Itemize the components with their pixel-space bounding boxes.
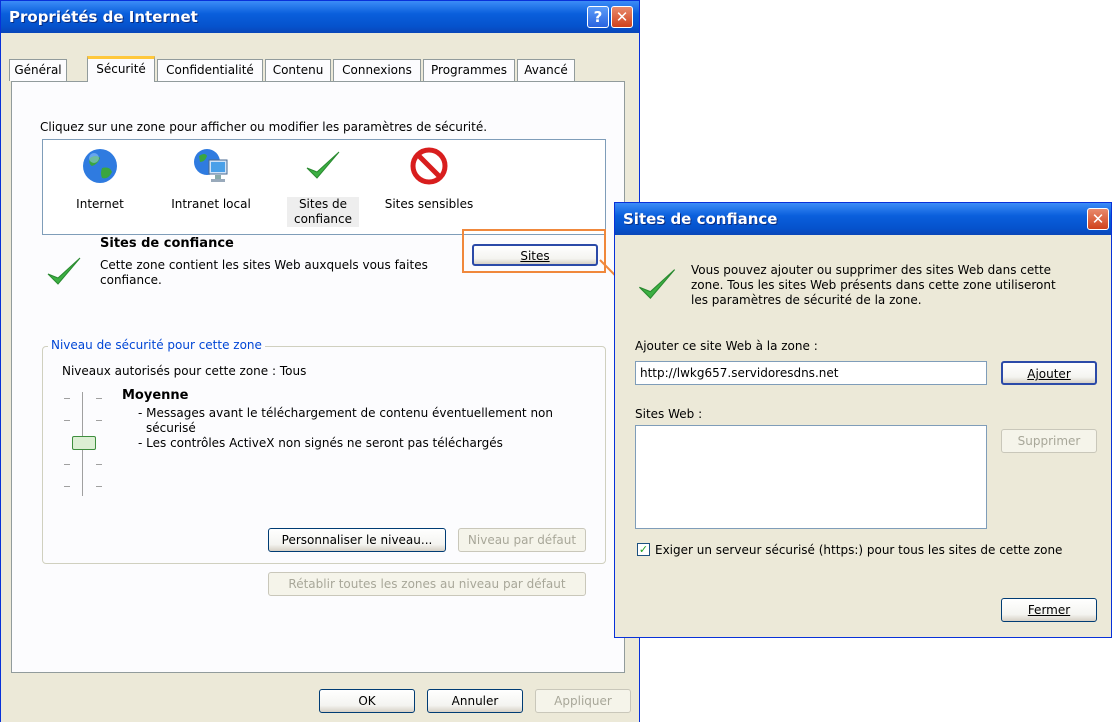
https-checkbox-label: Exiger un serveur sécurisé (https:) pour… bbox=[655, 543, 1063, 557]
security-tab-panel: Cliquez sur une zone pour afficher ou mo… bbox=[11, 81, 625, 673]
zone-intranet-label: Intranet local bbox=[171, 197, 251, 211]
zone-instruction: Cliquez sur une zone pour afficher ou mo… bbox=[40, 120, 488, 134]
tab-privacy[interactable]: Confidentialité bbox=[157, 59, 263, 81]
zone-list: Internet Intranet local Sites de confian… bbox=[42, 139, 606, 235]
tab-advanced[interactable]: Avancé bbox=[517, 59, 575, 81]
websites-list[interactable] bbox=[635, 425, 987, 529]
add-button[interactable]: Ajouter bbox=[1001, 361, 1097, 385]
allowed-levels-text: Niveaux autorisés pour cette zone : Tous bbox=[62, 364, 307, 378]
close-button[interactable]: Fermer bbox=[1001, 598, 1097, 622]
tab-content[interactable]: Contenu bbox=[265, 59, 331, 81]
main-window-title: Propriétés de Internet bbox=[9, 8, 198, 26]
tab-connections[interactable]: Connexions bbox=[333, 59, 421, 81]
internet-properties-window: Propriétés de Internet ? ✕ Général Sécur… bbox=[0, 0, 640, 722]
custom-level-button[interactable]: Personnaliser le niveau... bbox=[268, 528, 446, 552]
websites-label: Sites Web : bbox=[635, 407, 703, 421]
intranet-icon bbox=[194, 149, 228, 182]
main-title-bar[interactable]: Propriétés de Internet bbox=[1, 1, 639, 33]
dialog-close-icon[interactable]: ✕ bbox=[1087, 208, 1109, 230]
selected-zone-description: Cette zone contient les sites Web auxque… bbox=[100, 258, 428, 287]
trusted-sites-dialog: Sites de confiance ✕ Vous pouvez ajouter… bbox=[614, 202, 1112, 638]
globe-icon bbox=[83, 149, 117, 183]
zone-restricted-label: Sites sensibles bbox=[384, 197, 474, 211]
level-description: - Messages avant le téléchargement de co… bbox=[138, 406, 553, 450]
dialog-checkmark-icon bbox=[639, 269, 676, 300]
security-slider[interactable] bbox=[60, 388, 110, 500]
tab-programs[interactable]: Programmes bbox=[423, 59, 515, 81]
help-icon[interactable]: ? bbox=[587, 6, 609, 28]
level-name: Moyenne bbox=[122, 388, 189, 403]
dialog-info-text: Vous pouvez ajouter ou supprimer des sit… bbox=[691, 263, 1056, 307]
default-level-button[interactable]: Niveau par défaut bbox=[458, 528, 586, 552]
dialog-title: Sites de confiance bbox=[623, 210, 778, 228]
zone-intranet[interactable]: Intranet local bbox=[161, 146, 261, 211]
add-site-label: Ajouter ce site Web à la zone : bbox=[635, 339, 818, 353]
dialog-title-bar[interactable]: Sites de confiance bbox=[615, 203, 1111, 235]
https-checkbox[interactable]: ✓ bbox=[637, 543, 650, 556]
zone-trusted-label: Sites de confiance bbox=[287, 197, 359, 227]
tab-security[interactable]: Sécurité bbox=[87, 56, 155, 82]
selected-zone-checkmark-icon bbox=[47, 257, 81, 285]
tab-general[interactable]: Général bbox=[9, 59, 67, 81]
zone-internet[interactable]: Internet bbox=[65, 146, 135, 211]
add-site-input[interactable]: http://lwkg657.servidoresdns.net bbox=[635, 361, 987, 385]
slider-thumb[interactable] bbox=[72, 436, 96, 450]
close-icon[interactable]: ✕ bbox=[611, 6, 633, 28]
security-level-group-label: Niveau de sécurité pour cette zone bbox=[48, 338, 265, 352]
reset-all-zones-button[interactable]: Rétablir toutes les zones au niveau par … bbox=[268, 572, 586, 596]
restricted-icon bbox=[410, 147, 448, 185]
zone-trusted-sites[interactable]: Sites de confiance bbox=[287, 146, 359, 227]
zone-restricted-sites[interactable]: Sites sensibles bbox=[379, 146, 479, 211]
ok-button[interactable]: OK bbox=[319, 689, 415, 713]
remove-button[interactable]: Supprimer bbox=[1001, 429, 1097, 453]
zone-internet-label: Internet bbox=[76, 197, 124, 211]
apply-button[interactable]: Appliquer bbox=[535, 689, 631, 713]
cancel-button[interactable]: Annuler bbox=[427, 689, 523, 713]
selected-zone-title: Sites de confiance bbox=[100, 236, 234, 251]
checkmark-icon bbox=[306, 151, 340, 179]
